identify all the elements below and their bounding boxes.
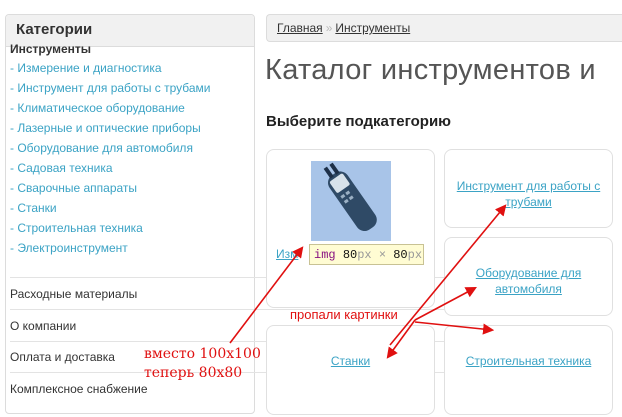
annotation-now-size: теперь 80x80 bbox=[144, 365, 243, 381]
annotation-arrows bbox=[229, 204, 507, 359]
annotation-missing-images: пропали картинки bbox=[290, 307, 398, 322]
arrow-to-thumbnail bbox=[229, 246, 304, 344]
arrow-to-pipes bbox=[389, 204, 507, 346]
arrow-to-construction bbox=[414, 321, 495, 335]
arrow-to-machines bbox=[386, 319, 416, 359]
annotation-was-size: вместо 100x100 bbox=[144, 346, 261, 362]
